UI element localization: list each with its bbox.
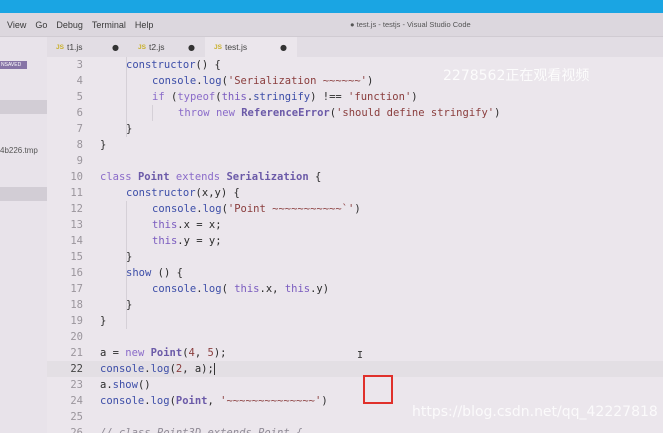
- line-number: 4: [76, 75, 83, 87]
- code-line[interactable]: 13 this.x = x;: [47, 217, 663, 233]
- menu-go[interactable]: Go: [35, 20, 47, 30]
- line-number: 3: [76, 59, 83, 71]
- line-number: 7: [76, 123, 83, 135]
- code-line[interactable]: 18}: [47, 297, 663, 313]
- line-number: 20: [70, 331, 83, 343]
- line-number: 10: [70, 171, 83, 183]
- code-text[interactable]: console.log(2, a);: [100, 361, 215, 377]
- code-line[interactable]: 9: [47, 153, 663, 169]
- menu-bar: View Go Debug Terminal Help: [0, 13, 162, 37]
- code-line[interactable]: 21 a = new Point(4, 5);: [47, 345, 663, 361]
- line-number: 9: [76, 155, 83, 167]
- line-number: 25: [70, 411, 83, 423]
- line-number: 21: [70, 347, 83, 359]
- text-caret: [213, 363, 215, 375]
- title-bar: View Go Debug Terminal Help ● test.js - …: [0, 13, 663, 37]
- line-number: 26: [70, 427, 83, 433]
- code-line[interactable]: 17 console.log( this.x, this.y): [47, 281, 663, 297]
- sidebar-selected-item[interactable]: [0, 100, 47, 114]
- code-text[interactable]: throw new ReferenceError('should define …: [178, 105, 500, 121]
- unsaved-dot-icon[interactable]: ●: [188, 43, 195, 52]
- top-color-strip: [0, 0, 663, 13]
- code-text[interactable]: class Point extends Serialization {: [100, 169, 321, 185]
- code-text[interactable]: // class Point3D extends Point {: [100, 425, 302, 433]
- menu-view[interactable]: View: [7, 20, 26, 30]
- code-line[interactable]: 16 show () {: [47, 265, 663, 281]
- explorer-sidebar: NSAVED 4b226.tmp: [0, 37, 47, 433]
- code-line[interactable]: 19}: [47, 313, 663, 329]
- line-number: 18: [70, 299, 83, 311]
- line-number: 22: [70, 363, 83, 375]
- tab-label: t1.js: [66, 42, 83, 52]
- code-line[interactable]: 20: [47, 329, 663, 345]
- watermark-url: https://blog.csdn.net/qq_42227818: [412, 404, 658, 420]
- code-line[interactable]: 10 class Point extends Serialization {: [47, 169, 663, 185]
- code-line[interactable]: 26 // class Point3D extends Point {: [47, 425, 663, 433]
- line-number: 12: [70, 203, 83, 215]
- tab-t1-js[interactable]: JS t1.js ●: [47, 37, 129, 57]
- tab-test-js-active[interactable]: JS test.js ●: [205, 37, 297, 57]
- code-line[interactable]: 14 this.y = y;: [47, 233, 663, 249]
- code-line[interactable]: 12 console.log('Point ~~~~~~~~~~~`'): [47, 201, 663, 217]
- code-text[interactable]: constructor(x,y) {: [126, 185, 240, 201]
- line-number: 11: [70, 187, 83, 199]
- menu-terminal[interactable]: Terminal: [92, 20, 126, 30]
- code-text[interactable]: }: [126, 121, 132, 137]
- code-line[interactable]: 5 if (typeof(this.stringify) !== 'functio…: [47, 89, 663, 105]
- line-number: 14: [70, 235, 83, 247]
- code-text[interactable]: constructor() {: [126, 57, 221, 73]
- line-number: 15: [70, 251, 83, 263]
- unsaved-dot-icon[interactable]: ●: [280, 43, 287, 52]
- unsaved-dot-icon[interactable]: ●: [112, 43, 119, 52]
- editor-tab-bar: JS t1.js ● JS t2.js ● JS test.js ●: [47, 37, 663, 57]
- code-text[interactable]: console.log(Point, '~~~~~~~~~~~~~~'): [100, 393, 328, 409]
- line-number: 17: [70, 283, 83, 295]
- code-line[interactable]: 11 constructor(x,y) {: [47, 185, 663, 201]
- code-text[interactable]: }: [100, 313, 106, 329]
- text-cursor-icon: I: [357, 350, 364, 361]
- sidebar-highlighted-item[interactable]: [0, 187, 47, 201]
- code-text[interactable]: }: [100, 137, 106, 153]
- menu-debug[interactable]: Debug: [56, 20, 83, 30]
- line-number: 13: [70, 219, 83, 231]
- code-text[interactable]: a.show(): [100, 377, 151, 393]
- code-line[interactable]: 15}: [47, 249, 663, 265]
- js-file-icon: JS: [56, 43, 64, 51]
- line-number: 19: [70, 315, 83, 327]
- line-number: 5: [76, 91, 83, 103]
- code-text[interactable]: console.log('Point ~~~~~~~~~~~`'): [152, 201, 361, 217]
- code-text[interactable]: console.log( this.x, this.y): [152, 281, 329, 297]
- code-line[interactable]: 8}: [47, 137, 663, 153]
- unsaved-badge: NSAVED: [0, 61, 27, 69]
- code-text[interactable]: this.x = x;: [152, 217, 222, 233]
- watermark-viewers: 2278562正在观看视频: [443, 68, 590, 84]
- line-number: 23: [70, 379, 83, 391]
- code-text[interactable]: this.y = y;: [152, 233, 222, 249]
- code-text[interactable]: show () {: [126, 265, 183, 281]
- tab-t2-js[interactable]: JS t2.js ●: [129, 37, 205, 57]
- code-line[interactable]: 6 throw new ReferenceError('should define…: [47, 105, 663, 121]
- js-file-icon: JS: [138, 43, 146, 51]
- code-line[interactable]: 23 a.show(): [47, 377, 663, 393]
- code-line[interactable]: 7}: [47, 121, 663, 137]
- code-editor[interactable]: 3 constructor() { 4 console.log('Serializat…: [47, 57, 663, 433]
- line-number: 16: [70, 267, 83, 279]
- tab-label: t2.js: [148, 42, 165, 52]
- code-text[interactable]: }: [126, 249, 132, 265]
- code-text[interactable]: }: [126, 297, 132, 313]
- line-number: 6: [76, 107, 83, 119]
- red-highlight-box: [363, 375, 393, 404]
- code-line[interactable]: 22 console.log(2, a);: [47, 361, 663, 377]
- code-text[interactable]: console.log('Serialization ~~~~~~'): [152, 73, 373, 89]
- code-text[interactable]: a = new Point(4, 5);: [100, 345, 227, 361]
- tab-label: test.js: [224, 42, 248, 52]
- line-number: 24: [70, 395, 83, 407]
- menu-help[interactable]: Help: [135, 20, 154, 30]
- line-number: 8: [76, 139, 83, 151]
- sidebar-file-tmp[interactable]: 4b226.tmp: [0, 146, 38, 155]
- code-text[interactable]: if (typeof(this.stringify) !== 'function…: [152, 89, 418, 105]
- window-title: ● test.js - testjs - Visual Studio Code: [350, 20, 471, 29]
- js-file-icon: JS: [214, 43, 222, 51]
